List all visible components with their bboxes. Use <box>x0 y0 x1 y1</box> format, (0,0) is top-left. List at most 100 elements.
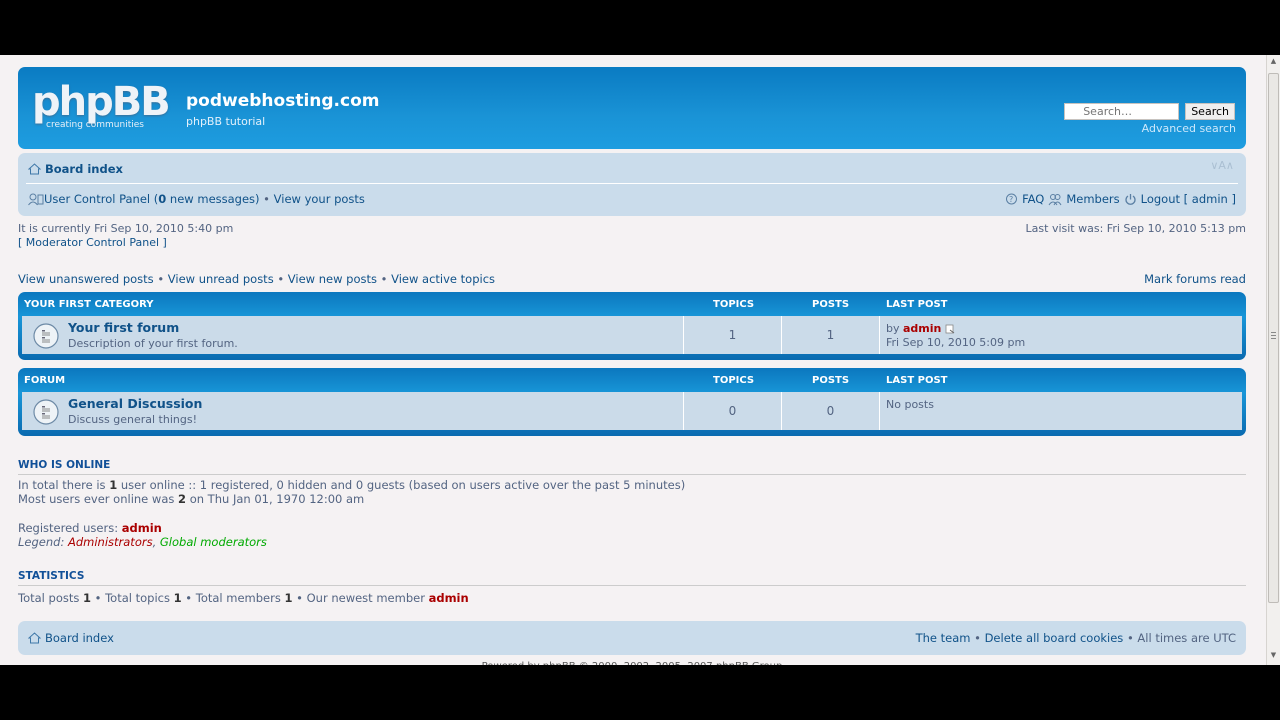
the-team-link[interactable]: The team <box>916 631 971 645</box>
view-unanswered-posts-link[interactable]: View unanswered posts <box>18 272 154 286</box>
text: • Total members <box>181 591 285 605</box>
footer-links: The team • Delete all board cookies • Al… <box>916 631 1236 645</box>
search-wrap <box>1064 103 1180 120</box>
view-new-posts-link[interactable]: View new posts <box>288 272 377 286</box>
view-active-topics-link[interactable]: View active topics <box>391 272 495 286</box>
total-posts: 1 <box>83 591 92 605</box>
forum-row: Your first forum Description of your fir… <box>22 316 1242 354</box>
legend: Legend: Administrators, Global moderator… <box>18 535 685 549</box>
home-icon <box>28 632 41 644</box>
category-title-link[interactable]: FORUM <box>24 375 65 386</box>
site-logo[interactable]: phpBB creating communities <box>32 79 172 133</box>
search-button[interactable]: Search <box>1185 103 1235 120</box>
site-description: phpBB tutorial <box>186 115 266 128</box>
registered-user-link[interactable]: admin <box>122 521 162 535</box>
scroll-down-arrow-icon[interactable]: ▼ <box>1267 651 1280 663</box>
members-icon <box>1048 193 1062 205</box>
section-divider <box>18 474 1246 475</box>
view-latest-post-icon[interactable] <box>945 324 955 334</box>
forum-title-link[interactable]: Your first forum <box>68 320 179 335</box>
logout-link[interactable]: Logout [ admin ] <box>1141 192 1236 206</box>
separator: • <box>970 631 985 645</box>
user-control-panel-link[interactable]: User Control Panel (0 new messages) <box>44 192 260 206</box>
legend-global-moderators-link[interactable]: Global moderators <box>160 535 267 549</box>
forum-posts-count: 1 <box>781 316 879 354</box>
browser-viewport: phpBB creating communities podwebhosting… <box>0 55 1280 665</box>
separator: • <box>380 272 392 286</box>
svg-text:?: ? <box>1009 195 1013 204</box>
site-title: podwebhosting.com <box>186 91 380 111</box>
font-size-control[interactable]: ∨A∧ <box>1210 159 1234 172</box>
logout-icon <box>1125 193 1136 205</box>
logo-text: phpBB <box>32 79 171 125</box>
column-header-last-post: LAST POST <box>886 375 948 386</box>
scrollbar-thumb[interactable] <box>1268 73 1279 603</box>
total-members: 1 <box>284 591 293 605</box>
vertical-scrollbar[interactable]: ▲ ▼ <box>1266 55 1280 665</box>
text: Most users ever online was <box>18 492 179 506</box>
separator: • <box>157 272 168 286</box>
view-unread-posts-link[interactable]: View unread posts <box>168 272 274 286</box>
ucp-suffix: new messages) <box>166 192 260 206</box>
last-post-time: Fri Sep 10, 2010 5:09 pm <box>886 336 1026 349</box>
text: Total posts <box>18 591 83 605</box>
separator: • <box>259 192 274 206</box>
delete-cookies-link[interactable]: Delete all board cookies <box>985 631 1124 645</box>
home-icon <box>28 163 41 175</box>
last-post-by-label: by <box>886 322 903 335</box>
navbar: Board index ∨A∧ User Control Panel (0 ne… <box>18 153 1246 216</box>
who-is-online-title[interactable]: WHO IS ONLINE <box>18 459 110 471</box>
footer-board-index-link[interactable]: Board index <box>45 631 114 645</box>
column-header-posts: POSTS <box>812 299 850 310</box>
forum-description: Discuss general things! <box>68 413 197 426</box>
copyright: Powered by phpBB © 2000, 2002, 2005, 200… <box>18 661 1246 665</box>
text: Registered users: <box>18 521 122 535</box>
timezone-text: All times are UTC <box>1137 631 1236 645</box>
navbar-divider <box>26 183 1238 184</box>
column-header-topics: TOPICS <box>713 375 755 386</box>
footer-breadcrumb: Board index <box>28 631 114 645</box>
forum-last-post: by admin Fri Sep 10, 2010 5:09 pm <box>879 316 1242 354</box>
legend-administrators-link[interactable]: Administrators <box>68 535 153 549</box>
newest-member-link[interactable]: admin <box>429 591 469 605</box>
user-links: User Control Panel (0 new messages) • Vi… <box>28 192 365 206</box>
text: Legend: <box>18 535 68 549</box>
separator: • <box>277 272 288 286</box>
last-visit: Last visit was: Fri Sep 10, 2010 5:13 pm <box>1025 222 1246 235</box>
faq-icon: ? <box>1006 193 1018 204</box>
forum-read-icon <box>33 323 59 349</box>
grip-icon <box>1271 332 1276 339</box>
column-header-posts: POSTS <box>812 375 850 386</box>
scroll-up-arrow-icon[interactable]: ▲ <box>1267 57 1280 69</box>
quick-links: View unanswered posts • View unread post… <box>18 272 495 286</box>
text: In total there is <box>18 478 110 492</box>
advanced-search-link[interactable]: Advanced search <box>1142 122 1236 135</box>
time-info: It is currently Fri Sep 10, 2010 5:40 pm… <box>18 222 233 250</box>
forum-topics-count: 0 <box>683 392 781 430</box>
search-input[interactable] <box>1064 103 1180 120</box>
text: on Thu Jan 01, 1970 12:00 am <box>186 492 365 506</box>
breadcrumb: Board index <box>28 162 123 176</box>
header-bar: phpBB creating communities podwebhosting… <box>18 67 1246 149</box>
mark-forums-read-link[interactable]: Mark forums read <box>1144 272 1246 286</box>
members-link[interactable]: Members <box>1066 192 1119 206</box>
category-title-link[interactable]: YOUR FIRST CATEGORY <box>24 299 154 310</box>
forum-posts-count: 0 <box>781 392 879 430</box>
forum-description: Description of your first forum. <box>68 337 238 350</box>
view-your-posts-link[interactable]: View your posts <box>274 192 365 206</box>
section-divider <box>18 585 1246 586</box>
current-time: It is currently Fri Sep 10, 2010 5:40 pm <box>18 222 234 235</box>
ucp-label: User Control Panel ( <box>44 192 159 206</box>
faq-link[interactable]: FAQ <box>1022 192 1044 206</box>
last-post-author-link[interactable]: admin <box>903 322 941 335</box>
board-index-link[interactable]: Board index <box>45 162 123 176</box>
search-box: Search <box>1064 103 1235 120</box>
text: • Total topics <box>91 591 174 605</box>
registered-users: Registered users: admin <box>18 521 685 535</box>
moderator-control-panel-link[interactable]: [ Moderator Control Panel ] <box>18 236 167 249</box>
forum-read-icon <box>33 399 59 425</box>
text: , <box>152 535 160 549</box>
forum-title-link[interactable]: General Discussion <box>68 396 202 411</box>
category-header: YOUR FIRST CATEGORY TOPICS POSTS LAST PO… <box>24 299 1246 313</box>
